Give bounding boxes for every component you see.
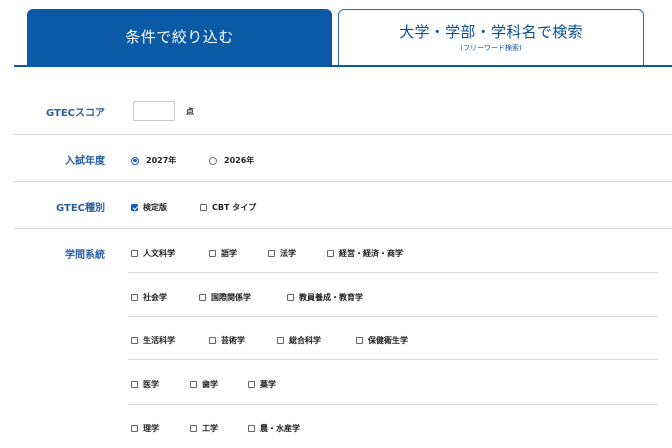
field-label: 農・水産学	[260, 424, 300, 433]
field-label: 生活科学	[143, 336, 175, 345]
field-checkbox-keiei[interactable]: 経営・経済・商学	[327, 248, 403, 259]
divider	[14, 134, 672, 135]
field-label: 教員養成・教育学	[299, 293, 363, 302]
gtec-score-unit: 点	[186, 107, 194, 116]
gtec-type-kentei-checkbox[interactable]: 検定版	[131, 202, 167, 213]
gtec-type-kentei-label: 検定版	[143, 203, 167, 212]
field-label: 理学	[143, 424, 159, 433]
exam-year-label: 入試年度	[65, 156, 105, 167]
checkbox-icon	[248, 425, 255, 432]
field-checkbox-shakai[interactable]: 社会学	[131, 292, 167, 303]
checkbox-icon	[356, 337, 363, 344]
exam-year-2026-label: 2026年	[224, 156, 255, 165]
field-checkbox-kougaku[interactable]: 工学	[190, 423, 218, 434]
divider	[128, 272, 658, 273]
exam-year-2027-radio[interactable]: 2027年	[131, 155, 176, 166]
field-label: 経営・経済・商学	[339, 249, 403, 258]
radio-selected-icon	[131, 156, 139, 165]
checkbox-icon	[199, 294, 206, 301]
field-label: 医学	[143, 380, 159, 389]
checkbox-icon	[131, 425, 138, 432]
checkbox-icon	[277, 337, 284, 344]
field-checkbox-jinbun[interactable]: 人文科学	[131, 248, 175, 259]
field-checkbox-shigaku[interactable]: 歯学	[190, 379, 218, 390]
field-label: 総合科学	[289, 336, 321, 345]
checkbox-icon	[131, 294, 138, 301]
field-label: 社会学	[143, 293, 167, 302]
fields-label: 学問系統	[65, 250, 105, 261]
tab-keyword-search[interactable]: 大学・学部・学科名で検索 (フリーワード検索)	[338, 9, 644, 66]
gtec-type-cbt-label: CBT タイプ	[212, 203, 257, 212]
field-label: 工学	[202, 424, 218, 433]
field-label: 保健衛生学	[368, 336, 408, 345]
exam-year-2027-label: 2027年	[146, 156, 177, 165]
checkbox-icon	[287, 294, 294, 301]
checkbox-checked-icon	[131, 204, 138, 211]
checkbox-icon	[190, 425, 197, 432]
gtec-type-label: GTEC種別	[55, 203, 105, 214]
field-checkbox-gogaku[interactable]: 語学	[209, 248, 237, 259]
divider	[128, 316, 658, 317]
field-label: 人文科学	[143, 249, 175, 258]
tab-keyword-search-label: 大学・学部・学科名で検索	[399, 23, 583, 41]
checkbox-icon	[190, 381, 197, 388]
checkbox-icon	[268, 250, 275, 257]
checkbox-icon	[131, 250, 138, 257]
divider	[14, 228, 672, 229]
checkbox-icon	[209, 337, 216, 344]
gtec-score-input[interactable]	[133, 101, 175, 121]
gtec-type-cbt-checkbox[interactable]: CBT タイプ	[200, 202, 256, 213]
field-checkbox-kokusai[interactable]: 国際関係学	[199, 292, 251, 303]
field-label: 薬学	[260, 380, 276, 389]
tab-underline	[14, 65, 672, 67]
field-checkbox-rigaku[interactable]: 理学	[131, 423, 159, 434]
tab-filter-label: 条件で絞り込む	[125, 28, 234, 46]
field-checkbox-geijutsu[interactable]: 芸術学	[209, 335, 245, 346]
field-checkbox-yakugaku[interactable]: 薬学	[248, 379, 276, 390]
field-checkbox-kyouin[interactable]: 教員養成・教育学	[287, 292, 363, 303]
field-checkbox-hougaku[interactable]: 法学	[268, 248, 296, 259]
field-label: 法学	[280, 249, 296, 258]
tab-keyword-search-sublabel: (フリーワード検索)	[460, 44, 522, 52]
checkbox-icon	[200, 204, 207, 211]
field-checkbox-igaku[interactable]: 医学	[131, 379, 159, 390]
divider	[128, 404, 658, 405]
checkbox-icon	[209, 250, 216, 257]
checkbox-icon	[131, 381, 138, 388]
field-checkbox-seikatsu[interactable]: 生活科学	[131, 335, 175, 346]
checkbox-icon	[131, 337, 138, 344]
field-checkbox-hoken[interactable]: 保健衛生学	[356, 335, 408, 346]
radio-unselected-icon	[209, 156, 217, 165]
field-label: 語学	[221, 249, 237, 258]
divider	[14, 181, 672, 182]
gtec-score-label: GTECスコア	[45, 108, 105, 119]
tab-filter[interactable]: 条件で絞り込む	[27, 9, 332, 66]
field-checkbox-nousui[interactable]: 農・水産学	[248, 423, 300, 434]
field-label: 歯学	[202, 380, 218, 389]
checkbox-icon	[327, 250, 334, 257]
checkbox-icon	[248, 381, 255, 388]
divider	[128, 359, 658, 360]
field-checkbox-sougou[interactable]: 総合科学	[277, 335, 321, 346]
exam-year-2026-radio[interactable]: 2026年	[209, 155, 254, 166]
search-mode-tabs: 条件で絞り込む 大学・学部・学科名で検索 (フリーワード検索)	[0, 0, 672, 66]
field-label: 芸術学	[221, 336, 245, 345]
field-label: 国際関係学	[211, 293, 251, 302]
